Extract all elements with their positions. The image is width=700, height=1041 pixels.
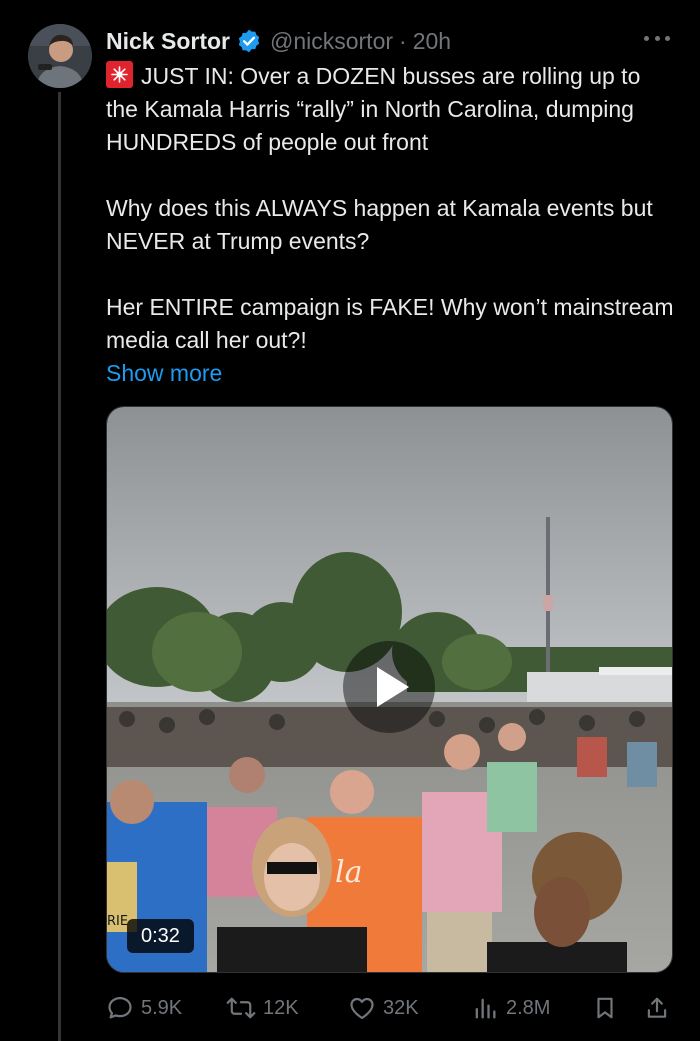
action-bar: 5.9K 12K 32K 2.8M (106, 990, 676, 1026)
like-button[interactable]: 32K (348, 994, 419, 1022)
repost-count: 12K (263, 996, 299, 1019)
views-button[interactable]: 2.8M (471, 994, 550, 1022)
play-icon (377, 667, 409, 707)
shirt-text: la (335, 855, 362, 890)
post-timestamp[interactable]: 20h (413, 28, 451, 55)
thread-line (58, 92, 61, 1041)
rotating-light-icon (106, 61, 133, 88)
share-icon (647, 997, 667, 1018)
bookmark-button[interactable] (592, 994, 625, 1022)
show-more-link[interactable]: Show more (106, 357, 676, 390)
post-text-line-1: JUST IN: Over a DOZEN busses are rolling… (106, 63, 641, 155)
post-text-line-3: Her ENTIRE campaign is FAKE! Why won’t m… (106, 294, 674, 353)
share-button[interactable] (644, 994, 677, 1022)
reply-button[interactable]: 5.9K (106, 994, 182, 1022)
post-text: JUST IN: Over a DOZEN busses are rolling… (106, 60, 676, 390)
reply-count: 5.9K (141, 996, 183, 1019)
analytics-icon (475, 998, 496, 1019)
repost-button[interactable]: 12K (226, 994, 299, 1022)
like-count: 32K (383, 996, 419, 1019)
heart-icon (350, 997, 374, 1020)
tweet[interactable]: Nick Sortor @nicksortor · 20h JUST IN: O… (0, 0, 700, 1041)
author-name[interactable]: Nick Sortor (106, 28, 230, 55)
post-text-line-2: Why does this ALWAYS happen at Kamala ev… (106, 195, 653, 254)
play-button[interactable] (343, 641, 435, 733)
more-options-icon[interactable] (644, 28, 670, 48)
video-player[interactable]: la RIE 0:32 (106, 406, 673, 973)
repost-icon (226, 997, 256, 1019)
video-duration-badge: 0:32 (127, 919, 194, 953)
avatar[interactable] (28, 24, 92, 88)
separator-dot: · (399, 27, 407, 54)
verified-badge-icon (236, 28, 262, 54)
bookmark-icon (597, 997, 613, 1019)
view-count: 2.8M (506, 996, 551, 1019)
post-header: Nick Sortor @nicksortor · 20h (106, 24, 676, 58)
reply-icon (108, 996, 132, 1019)
author-handle[interactable]: @nicksortor (270, 28, 393, 55)
sign-text: RIE (107, 914, 128, 929)
